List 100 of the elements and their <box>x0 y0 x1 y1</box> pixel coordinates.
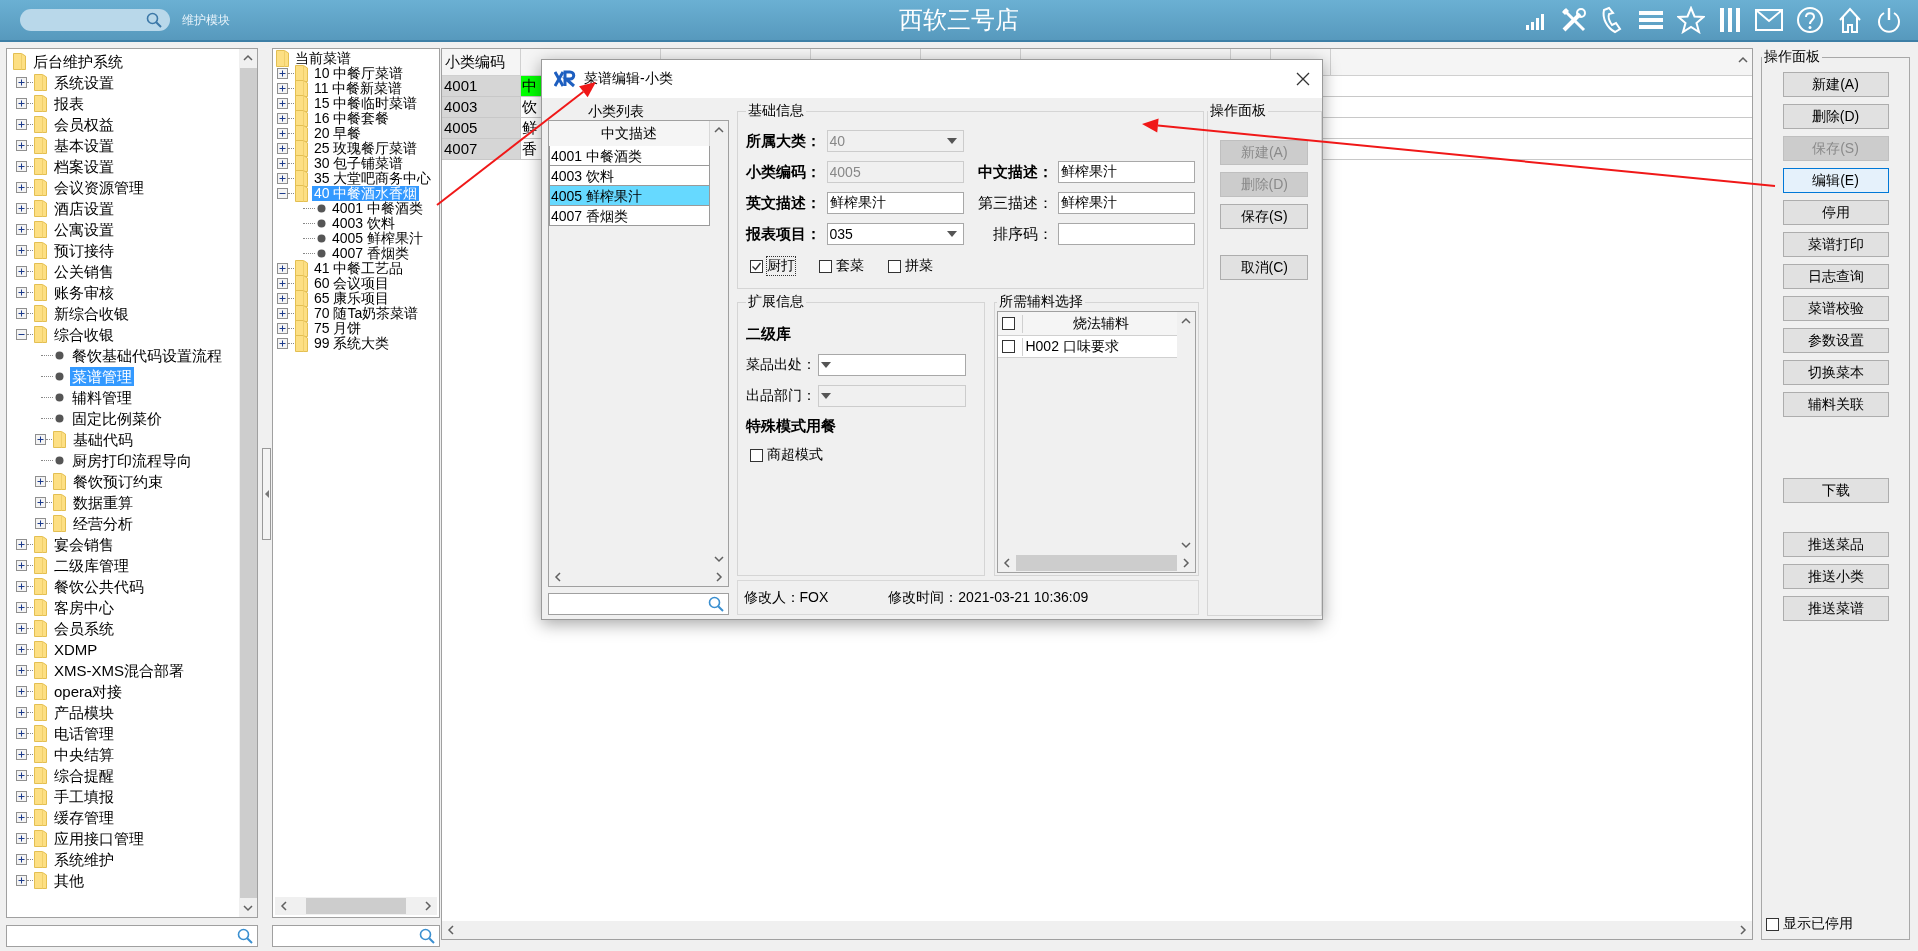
scroll-right-icon[interactable] <box>1180 558 1191 568</box>
action-button[interactable]: 下载 <box>1782 478 1889 503</box>
expand-toggle[interactable] <box>277 68 288 79</box>
scroll-up-icon[interactable] <box>243 53 253 63</box>
scroll-left-icon[interactable] <box>279 901 289 911</box>
menu-icon[interactable] <box>1638 8 1664 32</box>
tree-item[interactable]: 后台维护系统 <box>31 52 125 71</box>
expand-toggle[interactable] <box>35 476 46 487</box>
tree-item[interactable]: 新综合收银 <box>52 304 131 323</box>
caret-icon[interactable] <box>946 231 957 237</box>
tree-item[interactable]: 手工填报 <box>52 787 116 806</box>
tree-item[interactable]: 缓存管理 <box>52 808 116 827</box>
scroll-down-icon[interactable] <box>713 554 724 564</box>
action-button[interactable]: 菜谱校验 <box>1782 296 1889 321</box>
action-button[interactable]: 推送小类 <box>1782 564 1889 589</box>
expand-toggle[interactable] <box>16 665 27 676</box>
expand-toggle[interactable] <box>16 581 27 592</box>
expand-toggle[interactable] <box>277 143 288 154</box>
scrollbar[interactable] <box>442 921 1752 939</box>
scroll-up-icon[interactable] <box>713 125 724 135</box>
tree-item[interactable]: 当前菜谱 <box>293 51 353 66</box>
tree-item[interactable]: 应用接口管理 <box>52 829 146 848</box>
action-button[interactable]: 取消(C) <box>1220 255 1309 280</box>
scroll-left-icon[interactable] <box>1002 558 1013 568</box>
input-field[interactable] <box>1057 223 1195 245</box>
collapse-icon[interactable] <box>263 490 270 498</box>
search-icon[interactable] <box>237 928 253 944</box>
tree-item[interactable]: 厨房打印流程导向 <box>70 451 194 470</box>
list-row[interactable]: 4003 饮料 <box>549 166 710 186</box>
action-button[interactable]: 保存(S) <box>1220 204 1309 229</box>
columns-icon[interactable] <box>1718 7 1742 33</box>
tree-item[interactable]: 30 包子铺菜谱 <box>312 156 406 171</box>
scroll-up-icon[interactable] <box>1738 55 1748 65</box>
action-button[interactable]: 推送菜品 <box>1782 532 1889 557</box>
action-button[interactable]: 切换菜本 <box>1782 360 1889 385</box>
star-icon[interactable] <box>1677 6 1705 34</box>
expand-toggle[interactable] <box>16 308 27 319</box>
tree-item[interactable]: 25 玫瑰餐厅菜谱 <box>312 141 420 156</box>
tree-item[interactable]: 报表 <box>52 94 86 113</box>
expand-toggle[interactable] <box>277 338 288 349</box>
scrollbar[interactable] <box>275 897 437 915</box>
expand-toggle[interactable] <box>16 560 27 571</box>
expand-toggle[interactable] <box>16 245 27 256</box>
tree-item[interactable]: 会员系统 <box>52 619 116 638</box>
checkbox[interactable] <box>818 259 832 273</box>
search-icon[interactable] <box>146 12 162 28</box>
tree-item[interactable]: 餐饮预订约束 <box>71 472 165 491</box>
expand-toggle[interactable] <box>277 278 288 289</box>
expand-toggle[interactable] <box>16 875 27 886</box>
tree-item[interactable]: 其他 <box>52 871 86 890</box>
tree-item[interactable]: 会议资源管理 <box>52 178 146 197</box>
splitter-handle[interactable] <box>262 448 271 540</box>
expand-toggle[interactable] <box>16 287 27 298</box>
tree-item[interactable]: 账务审核 <box>52 283 116 302</box>
expand-toggle[interactable] <box>35 434 46 445</box>
tree-item[interactable]: 70 随Ta奶茶菜谱 <box>312 306 421 321</box>
tree-item[interactable]: 15 中餐临时菜谱 <box>312 96 420 111</box>
expand-toggle[interactable] <box>16 812 27 823</box>
tree-item[interactable]: XMS-XMS混合部署 <box>52 661 186 680</box>
scroll-right-icon[interactable] <box>713 572 724 582</box>
tree-item[interactable]: 公寓设置 <box>52 220 116 239</box>
tree-item[interactable]: 餐饮公共代码 <box>52 577 146 596</box>
tree-item[interactable]: 公关销售 <box>52 262 116 281</box>
expand-toggle[interactable] <box>16 602 27 613</box>
expand-toggle[interactable] <box>16 644 27 655</box>
input-field[interactable]: 鲜榨果汁 <box>1057 161 1195 183</box>
expand-toggle[interactable] <box>16 749 27 760</box>
search-field[interactable] <box>272 925 440 947</box>
tree-item[interactable]: 综合收银 <box>52 325 116 344</box>
tree-item[interactable]: 会员权益 <box>52 115 116 134</box>
action-button[interactable]: 菜谱打印 <box>1782 232 1889 257</box>
expand-toggle[interactable] <box>16 623 27 634</box>
tree-item[interactable]: 65 康乐项目 <box>312 291 392 306</box>
expand-toggle[interactable] <box>16 833 27 844</box>
scroll-down-icon[interactable] <box>1180 540 1191 550</box>
expand-toggle[interactable] <box>277 83 288 94</box>
action-button[interactable]: 推送菜谱 <box>1782 596 1889 621</box>
tree-item[interactable]: 20 早餐 <box>312 126 364 141</box>
mail-icon[interactable] <box>1755 9 1783 31</box>
tree-item[interactable]: 中央结算 <box>52 745 116 764</box>
expand-toggle[interactable] <box>16 854 27 865</box>
tree-item[interactable]: 经营分析 <box>71 514 135 533</box>
checkbox[interactable] <box>1766 917 1779 931</box>
checkbox[interactable] <box>749 259 763 273</box>
action-button[interactable]: 辅料关联 <box>1782 392 1889 417</box>
checkbox[interactable] <box>1002 317 1016 330</box>
tree-item[interactable]: 档案设置 <box>52 157 116 176</box>
tree-item[interactable]: XDMP <box>52 640 100 659</box>
action-button[interactable]: 停用 <box>1782 200 1889 225</box>
power-icon[interactable] <box>1876 6 1902 34</box>
scroll-down-icon[interactable] <box>243 903 253 913</box>
tree-item[interactable]: 系统维护 <box>52 850 116 869</box>
expand-toggle[interactable] <box>16 707 27 718</box>
tree-item[interactable]: 41 中餐工艺品 <box>312 261 406 276</box>
expand-toggle[interactable] <box>277 158 288 169</box>
checkbox[interactable] <box>887 259 901 273</box>
action-button[interactable]: 参数设置 <box>1782 328 1889 353</box>
tree-item[interactable]: 二级库管理 <box>52 556 131 575</box>
expand-toggle[interactable] <box>16 791 27 802</box>
checkbox[interactable] <box>1002 340 1016 353</box>
